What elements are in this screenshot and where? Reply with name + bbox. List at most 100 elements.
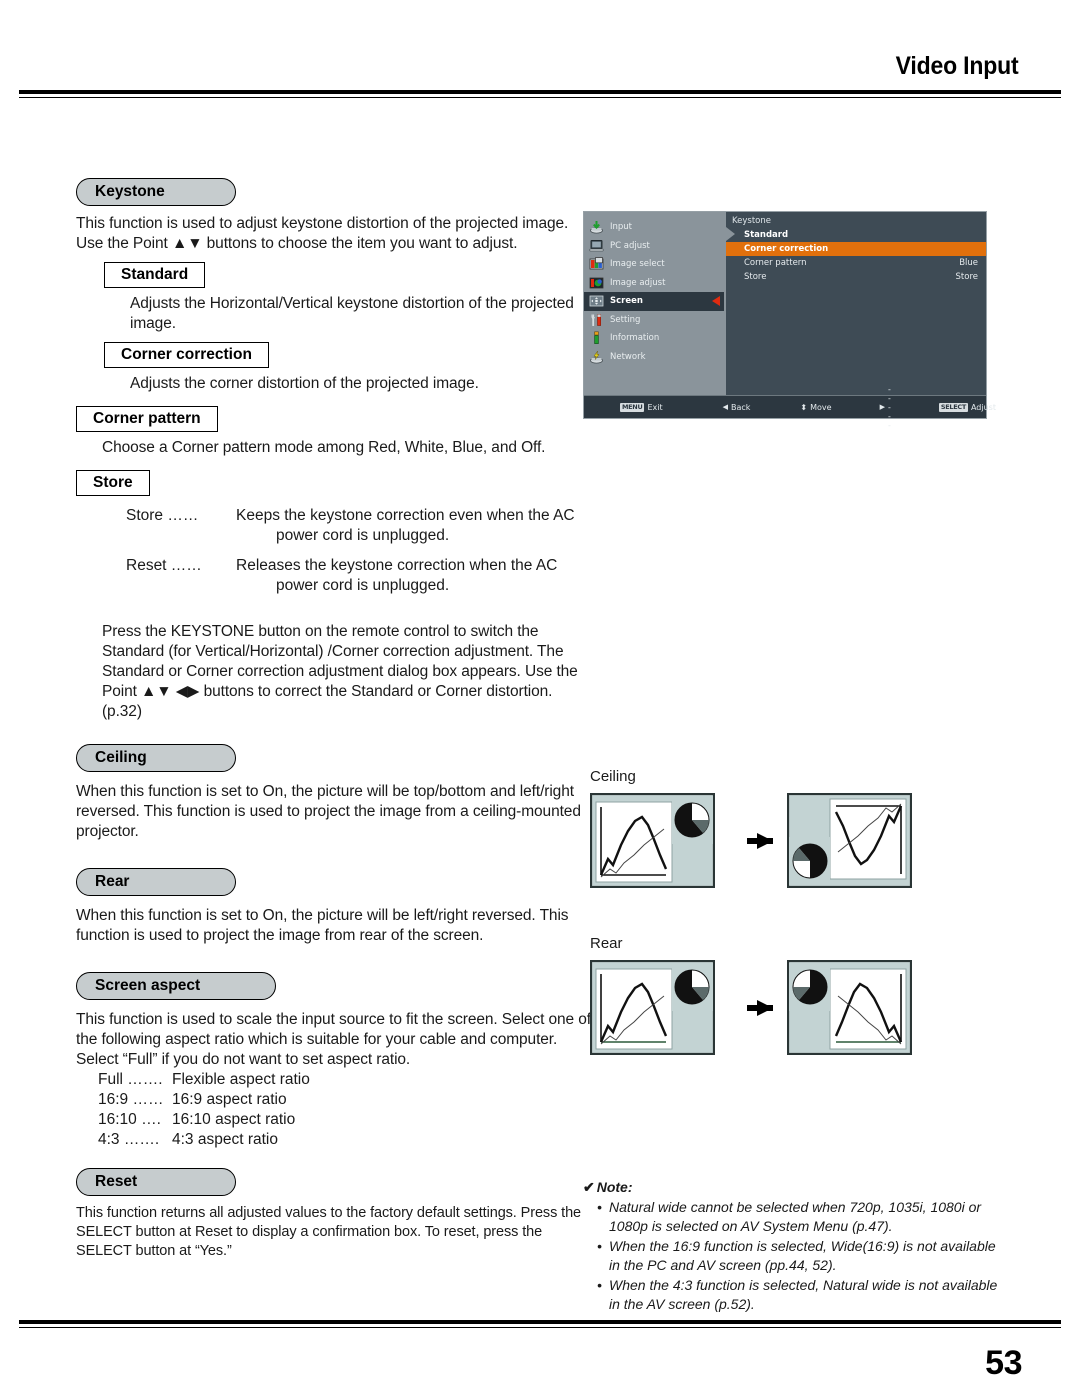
header-divider-thin <box>19 97 1061 98</box>
osd-row-corner-correction[interactable]: Corner correction <box>726 242 986 256</box>
osd-sidebar-item-setting[interactable]: Setting <box>584 311 724 330</box>
osd-bottom-exit[interactable]: MENU Exit <box>620 402 663 412</box>
header-divider-thick <box>19 90 1061 94</box>
image-select-icon <box>589 257 604 271</box>
osd-bottom-label: Move <box>810 402 832 412</box>
right-arrow-icon <box>747 999 773 1016</box>
section-heading-screen-aspect: Screen aspect <box>76 972 276 1000</box>
screen-icon <box>589 294 604 308</box>
menu-key-icon: MENU <box>620 402 645 412</box>
note-item: When the 16:9 function is selected, Wide… <box>597 1237 1003 1275</box>
section-heading-reset: Reset <box>76 1168 236 1196</box>
note-title: Note: <box>596 1179 633 1195</box>
reset-desc-cont: power cord is unplugged. <box>276 577 450 594</box>
input-icon <box>589 220 604 234</box>
page-footer: 53 <box>0 1320 1080 1397</box>
keystone-intro-text: This function is used to adjust keystone… <box>76 215 569 252</box>
ceiling-before-image <box>590 793 715 888</box>
rear-illustration-block: Rear <box>590 935 912 1055</box>
reset-text: This function returns all adjusted value… <box>76 1205 582 1259</box>
osd-sidebar-item-information[interactable]: Information <box>584 329 724 348</box>
osd-bottom-move[interactable]: ⬍ Move <box>800 403 831 412</box>
store-desc-cont: power cord is unplugged. <box>276 527 450 544</box>
osd-sidebar-label: PC adjust <box>610 240 650 251</box>
section-heading-standard: Standard <box>104 262 206 288</box>
osd-sidebar-label: Input <box>610 222 633 233</box>
ceiling-arrow-wrap <box>729 832 773 849</box>
rear-illustration-pair <box>590 960 912 1055</box>
osd-row-standard[interactable]: Standard <box>726 228 986 242</box>
select-key-icon: SELECT <box>938 402 968 412</box>
osd-bottom-label: Exit <box>647 402 663 412</box>
osd-bottom-back[interactable]: ◀ Back <box>723 403 751 412</box>
note-item: When the 4:3 function is selected, Natur… <box>597 1276 1003 1314</box>
section-heading-keystone: Keystone <box>76 178 236 206</box>
rear-text: When this function is set to On, the pic… <box>76 907 569 944</box>
aspect-option-term: Full ……. <box>98 1071 163 1088</box>
rear-before-image <box>590 960 715 1055</box>
reset-definition-row: Reset …… Releases the keystone correctio… <box>126 556 596 596</box>
ceiling-illustration-label: Ceiling <box>590 768 636 785</box>
right-arrow-icon <box>747 832 773 849</box>
ceiling-after-image <box>787 793 912 888</box>
left-arrow-icon <box>712 296 720 306</box>
page-header: Video Input <box>0 0 1080 100</box>
network-icon <box>589 350 604 364</box>
reset-term: Reset …… <box>126 557 202 574</box>
osd-bottom-adjust[interactable]: SELECT Adjust <box>938 402 996 412</box>
pc-adjust-icon <box>589 239 604 253</box>
keystone-remote-note: Press the KEYSTONE button on the remote … <box>102 623 578 720</box>
osd-bottom-label: ----- <box>887 384 891 430</box>
aspect-option-row: Full ……. Flexible aspect ratio <box>98 1070 596 1090</box>
corner-correction-text: Adjusts the corner distortion of the pro… <box>130 375 479 392</box>
section-heading-rear: Rear <box>76 868 236 896</box>
osd-sidebar-label: Image adjust <box>610 277 666 288</box>
osd-row-value: Blue <box>959 258 978 268</box>
note-block: ✔Note: Natural wide cannot be selected w… <box>583 1178 1003 1314</box>
osd-sidebar: Input PC adjust Image select Image adjus… <box>584 212 724 396</box>
page-title: Video Input <box>895 52 1018 80</box>
osd-sidebar-label: Image select <box>610 259 665 270</box>
section-heading-corner-pattern: Corner pattern <box>76 406 218 432</box>
left-content-column: Keystone This function is used to adjust… <box>76 178 596 1261</box>
store-desc: Keeps the keystone correction even when … <box>236 507 575 524</box>
store-definition-row: Store …… Keeps the keystone correction e… <box>126 506 596 546</box>
note-item: Natural wide cannot be selected when 720… <box>597 1198 1003 1236</box>
osd-bottom-label: Adjust <box>970 402 996 412</box>
osd-sidebar-item-pc-adjust[interactable]: PC adjust <box>584 237 724 256</box>
corner-pattern-text: Choose a Corner pattern mode among Red, … <box>102 439 546 456</box>
osd-bottom-dashes[interactable]: ▶ ----- <box>880 385 891 430</box>
footer-divider-thick <box>19 1320 1061 1324</box>
osd-sidebar-item-image-adjust[interactable]: Image adjust <box>584 274 724 293</box>
osd-sidebar-item-image-select[interactable]: Image select <box>584 255 724 274</box>
screen-aspect-text: This function is used to scale the input… <box>76 1011 591 1068</box>
image-adjust-icon <box>589 276 604 290</box>
aspect-option-row: 16:9 …… 16:9 aspect ratio <box>98 1090 596 1110</box>
osd-selection-pointer <box>726 227 735 241</box>
osd-sidebar-label: Information <box>610 333 660 344</box>
osd-row-label: Corner pattern <box>744 258 807 268</box>
osd-body: Input PC adjust Image select Image adjus… <box>584 212 986 396</box>
standard-text: Adjusts the Horizontal/Vertical keystone… <box>130 295 574 332</box>
osd-row-corner-pattern[interactable]: Corner pattern Blue <box>726 256 986 270</box>
rear-arrow-wrap <box>729 999 773 1016</box>
osd-panel-title: Keystone <box>732 216 771 226</box>
osd-sidebar-item-screen[interactable]: Screen <box>584 292 724 311</box>
osd-row-label: Standard <box>744 230 789 240</box>
osd-main-panel: Keystone Standard Corner correction Corn… <box>724 212 986 396</box>
osd-sidebar-label: Network <box>610 351 646 362</box>
osd-row-store[interactable]: Store Store <box>726 270 986 284</box>
setting-icon <box>589 313 604 327</box>
ceiling-text: When this function is set to On, the pic… <box>76 783 581 840</box>
aspect-option-desc: Flexible aspect ratio <box>172 1071 310 1088</box>
aspect-option-term: 16:10 …. <box>98 1111 161 1128</box>
osd-sidebar-label: Setting <box>610 314 641 325</box>
section-heading-corner-correction: Corner correction <box>104 342 269 368</box>
osd-sidebar-item-network[interactable]: Network <box>584 348 724 367</box>
osd-sidebar-label: Screen <box>610 296 643 307</box>
osd-sidebar-item-input[interactable]: Input <box>584 218 724 237</box>
check-icon: ✔ <box>583 1179 595 1195</box>
aspect-option-term: 16:9 …… <box>98 1091 164 1108</box>
osd-bottom-label: Back <box>730 402 751 412</box>
section-heading-ceiling: Ceiling <box>76 744 236 772</box>
